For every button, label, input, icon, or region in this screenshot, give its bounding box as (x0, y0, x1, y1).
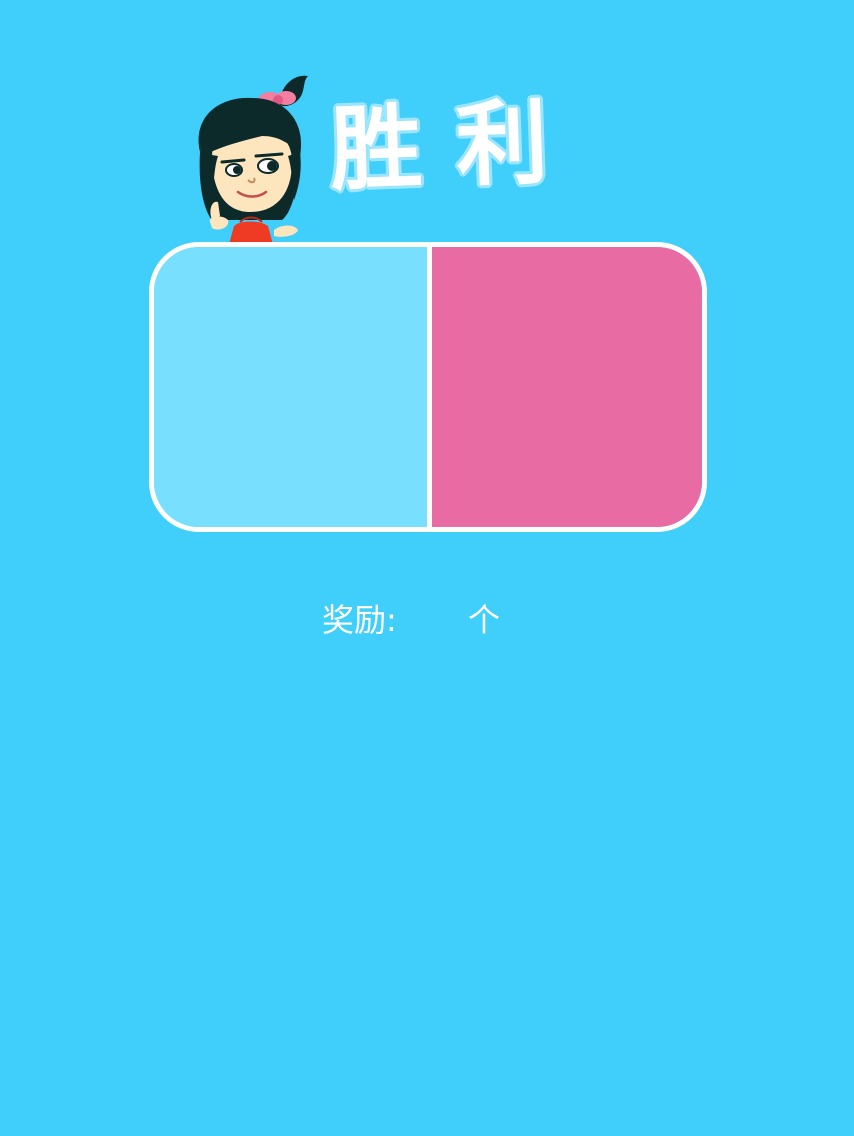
blue-team-panel (154, 247, 427, 527)
score-board (149, 242, 707, 532)
pink-team-panel (432, 247, 702, 527)
reward-row: 奖励: 个 (322, 596, 542, 644)
reward-label: 奖励: (322, 601, 397, 639)
victory-title: 胜利 (328, 88, 584, 204)
cartoon-girl-mascot-icon (198, 75, 308, 248)
reward-unit: 个 (468, 601, 501, 639)
victory-screen: 胜利 奖励: 个 (0, 0, 854, 1136)
